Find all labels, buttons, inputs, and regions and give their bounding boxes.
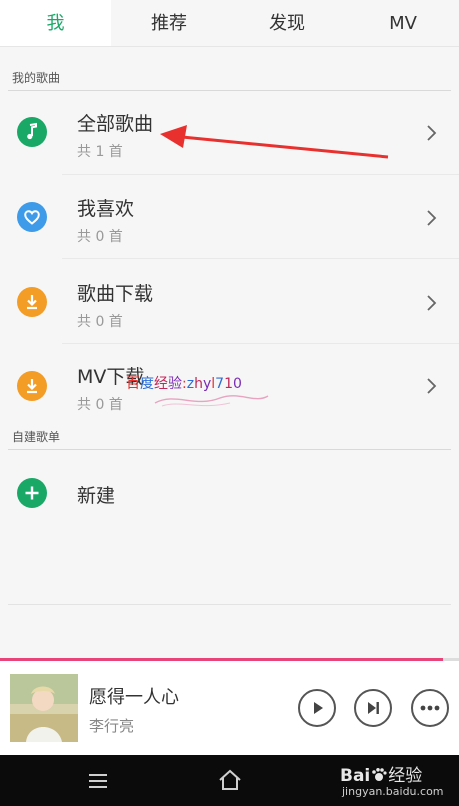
- list-item-favorites[interactable]: 我喜欢 共 0 首: [0, 175, 459, 259]
- chevron-right-icon: [427, 125, 437, 141]
- tab-discover[interactable]: 发现: [227, 0, 347, 47]
- play-icon: [314, 702, 323, 714]
- tab-me[interactable]: 我: [0, 0, 111, 47]
- annotation-arrow-icon: [160, 125, 389, 159]
- paw-icon: [372, 768, 387, 781]
- music-note-icon: [17, 117, 47, 147]
- chevron-right-icon: [427, 210, 437, 226]
- more-button[interactable]: [411, 689, 449, 727]
- heart-icon: [17, 202, 47, 232]
- now-playing-title: 愿得一人心: [89, 687, 179, 708]
- system-nav-bar: Bai 经验 jingyan.baidu.com: [0, 755, 459, 806]
- tab-mv[interactable]: MV: [347, 0, 459, 47]
- section-label-custom-lists: 自建歌单: [12, 430, 61, 444]
- chevron-right-icon: [427, 378, 437, 394]
- new-list-button[interactable]: 新建: [0, 450, 459, 536]
- watermark-site: jingyan.baidu.com: [342, 785, 444, 798]
- new-list-label: 新建: [77, 485, 116, 507]
- skip-next-icon: [368, 702, 379, 714]
- list-item-title: 歌曲下载: [77, 283, 154, 305]
- tab-divider: [0, 46, 459, 47]
- tab-bar: 我 推荐 发现 MV: [0, 0, 459, 47]
- home-icon[interactable]: [217, 767, 243, 793]
- menu-icon[interactable]: [87, 772, 109, 790]
- list-item-count: 共 0 首: [77, 397, 123, 413]
- download-icon: [17, 287, 47, 317]
- list-item-title: 全部歌曲: [77, 113, 154, 135]
- chevron-right-icon: [427, 295, 437, 311]
- watermark-swirl-icon: [154, 395, 269, 407]
- next-button[interactable]: [354, 689, 392, 727]
- plus-icon: [17, 478, 47, 508]
- play-button[interactable]: [298, 689, 336, 727]
- download-icon: [17, 371, 47, 401]
- watermark-baidu-logo: Bai 经验: [340, 766, 423, 786]
- mini-player[interactable]: 愿得一人心 李行亮: [0, 661, 459, 755]
- list-item-count: 共 0 首: [77, 229, 123, 245]
- list-item-count: 共 1 首: [77, 144, 123, 160]
- section-label-my-songs: 我的歌曲: [12, 71, 61, 85]
- list-item-title: 我喜欢: [77, 198, 135, 220]
- album-cover[interactable]: [10, 674, 78, 742]
- more-dots-icon: [420, 705, 440, 711]
- tab-recommend[interactable]: 推荐: [111, 0, 227, 47]
- list-item-song-downloads[interactable]: 歌曲下载 共 0 首: [0, 259, 459, 343]
- section-divider: [8, 604, 451, 605]
- now-playing-artist: 李行亮: [89, 717, 135, 735]
- list-item-count: 共 0 首: [77, 314, 123, 330]
